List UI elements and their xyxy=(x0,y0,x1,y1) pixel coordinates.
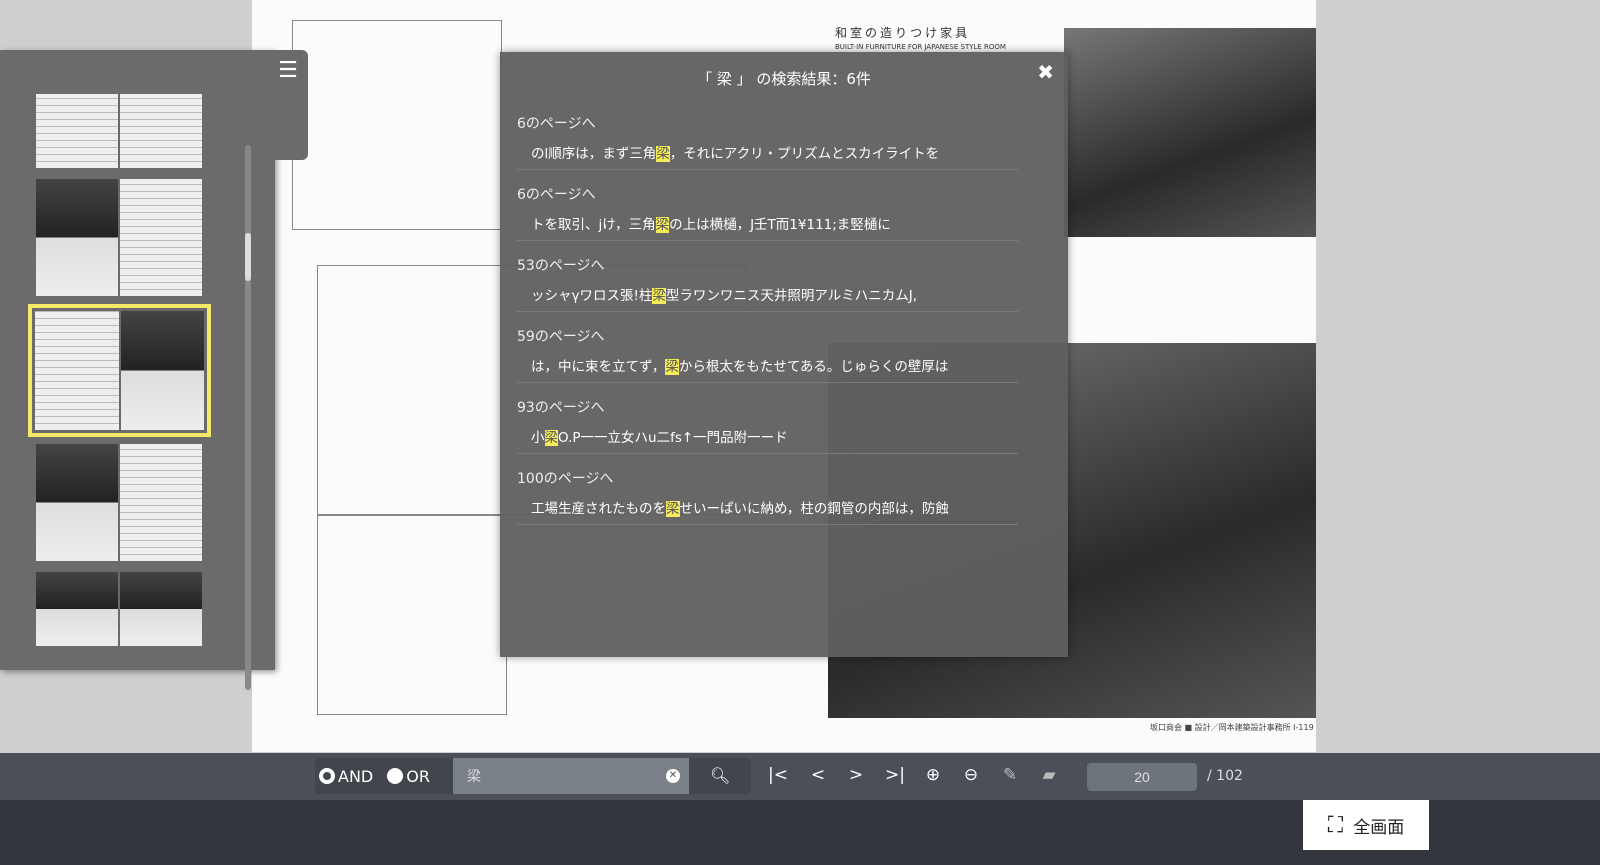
result-snippet: 工場生産されたものを梁せいーぱいに納め，柱の鋼管の内部は，防蝕 xyxy=(531,497,1018,517)
or-label: OR xyxy=(406,766,430,786)
close-icon[interactable]: ✖ xyxy=(1037,60,1054,84)
snippet-after: 型ラワンワニス天井照明アルミハニカムJ, xyxy=(665,288,918,304)
result-snippet: ッシャγワロス張!柱梁型ラワンワニス天井照明アルミハニカムJ, xyxy=(531,284,1018,304)
next-page-icon[interactable]: > xyxy=(844,765,868,785)
result-snippet: 小梁O.P一一立女ハu二fs↑一門品附一ード xyxy=(531,426,1018,446)
and-label: AND xyxy=(338,766,374,786)
fullscreen-label: 全画面 xyxy=(1353,817,1405,838)
snippet-after: O.P一一立女ハu二fs↑一門品附一ード xyxy=(558,430,788,446)
search-results-title: 「 梁 」 の検索結果：6件 xyxy=(697,70,871,88)
last-page-icon[interactable]: >| xyxy=(883,765,907,785)
snippet-after: から根太をもたせてある。じゅらくの壁厚は xyxy=(678,359,949,375)
snippet-highlight: 梁 xyxy=(544,430,558,446)
result-page-link[interactable]: 93のページへ xyxy=(517,397,1018,417)
thumbnail[interactable] xyxy=(36,572,202,646)
drawing-elevation xyxy=(292,20,502,230)
snippet-before: のl順序は，まず三角 xyxy=(531,146,657,162)
result-page-link[interactable]: 100のページへ xyxy=(517,468,1018,488)
search-result[interactable]: 93のページへ 小梁O.P一一立女ハu二fs↑一門品附一ード xyxy=(517,383,1018,454)
thumbnail[interactable] xyxy=(36,179,202,296)
fullscreen-button[interactable]: ⛶ 全画面 xyxy=(1303,800,1429,850)
page-title-jp: 和室の造りつけ家具 xyxy=(835,26,971,40)
result-page-link[interactable]: 6のページへ xyxy=(517,184,1018,204)
snippet-before: トを取引、jけ，三角 xyxy=(531,217,656,233)
eraser-icon[interactable]: ▰ xyxy=(1037,765,1061,785)
search-group: AND OR ✕ 🔍︎ xyxy=(315,758,751,794)
first-page-icon[interactable]: |< xyxy=(766,765,790,785)
search-icon[interactable]: 🔍︎ xyxy=(710,766,730,785)
prev-page-icon[interactable]: < xyxy=(806,765,830,785)
search-result[interactable]: 53のページへ ッシャγワロス張!柱梁型ラワンワニス天井照明アルミハニカムJ, xyxy=(517,241,1018,312)
result-page-link[interactable]: 53のページへ xyxy=(517,255,1018,275)
snippet-highlight: 梁 xyxy=(652,288,666,304)
snippet-after: ，それにアクリ・プリズムとスカイライトを xyxy=(669,146,940,162)
snippet-before: 工場生産されたものを xyxy=(531,501,666,517)
zoom-in-icon[interactable]: ⊕ xyxy=(921,765,945,785)
snippet-highlight: 梁 xyxy=(665,359,679,375)
thumbnail-selected[interactable] xyxy=(28,304,211,437)
page-footer: 坂口商会 ■ 設計／岡本建築設計事務所 I-119 xyxy=(1150,723,1314,732)
total-pages: / 102 xyxy=(1207,768,1243,784)
result-snippet: トを取引、jけ，三角梁の上は横樋，J壬T而1¥111;ま竪樋に xyxy=(531,213,1018,233)
page-number-input[interactable] xyxy=(1087,763,1197,791)
pencil-icon[interactable]: ✎ xyxy=(998,765,1022,785)
page-title-en: BUILT-IN FURNITURE FOR JAPANESE STYLE RO… xyxy=(835,43,1006,51)
search-result[interactable]: 100のページへ 工場生産されたものを梁せいーぱいに納め，柱の鋼管の内部は，防蝕 xyxy=(517,454,1018,525)
search-input[interactable] xyxy=(453,758,689,794)
clear-search-icon[interactable]: ✕ xyxy=(666,769,680,783)
fullscreen-icon: ⛶ xyxy=(1327,812,1344,838)
snippet-after: の上は横樋，J壬T而1¥111;ま竪樋に xyxy=(669,217,891,233)
toolbar: AND OR ✕ 🔍︎ |< < > >| ⊕ ⊖ ✎ ▰ / 102 xyxy=(0,753,1600,800)
snippet-before: ッシャγワロス張!柱 xyxy=(531,288,653,304)
snippet-highlight: 梁 xyxy=(655,217,670,233)
thumbnail-panel xyxy=(0,50,275,690)
and-radio[interactable]: AND xyxy=(319,767,373,786)
result-snippet: のl順序は，まず三角梁，それにアクリ・プリズムとスカイライトを xyxy=(531,142,1018,162)
snippet-highlight: 梁 xyxy=(666,501,680,517)
photo-room-top xyxy=(1064,28,1316,237)
thumbnail[interactable] xyxy=(36,94,202,168)
search-result[interactable]: 6のページへ トを取引、jけ，三角梁の上は横樋，J壬T而1¥111;ま竪樋に xyxy=(517,170,1018,241)
result-page-link[interactable]: 6のページへ xyxy=(517,113,1018,133)
snippet-after: せいーぱいに納め，柱の鋼管の内部は，防蝕 xyxy=(679,501,949,517)
search-result[interactable]: 59のページへ は，中に束を立てず，梁から根太をもたせてある。じゅらくの壁厚は xyxy=(517,312,1018,383)
snippet-before: は，中に束を立てず， xyxy=(531,359,666,375)
menu-icon[interactable]: ☰ xyxy=(268,50,308,160)
thumbnail[interactable] xyxy=(36,444,202,561)
zoom-out-icon[interactable]: ⊖ xyxy=(959,765,983,785)
thumbnail-scrollbar[interactable] xyxy=(245,145,251,690)
search-results-modal: 「 梁 」 の検索結果：6件 ✖ 6のページへ のl順序は，まず三角梁，それにア… xyxy=(500,52,1068,657)
snippet-highlight: 梁 xyxy=(656,146,670,162)
drawing-plan xyxy=(317,515,507,715)
result-snippet: は，中に束を立てず，梁から根太をもたせてある。じゅらくの壁厚は xyxy=(531,355,1018,375)
scrollbar-thumb[interactable] xyxy=(245,233,251,281)
search-result[interactable]: 6のページへ のl順序は，まず三角梁，それにアクリ・プリズムとスカイライトを xyxy=(517,99,1018,170)
snippet-before: 小 xyxy=(531,430,545,446)
result-page-link[interactable]: 59のページへ xyxy=(517,326,1018,346)
or-radio[interactable]: OR xyxy=(387,767,430,786)
